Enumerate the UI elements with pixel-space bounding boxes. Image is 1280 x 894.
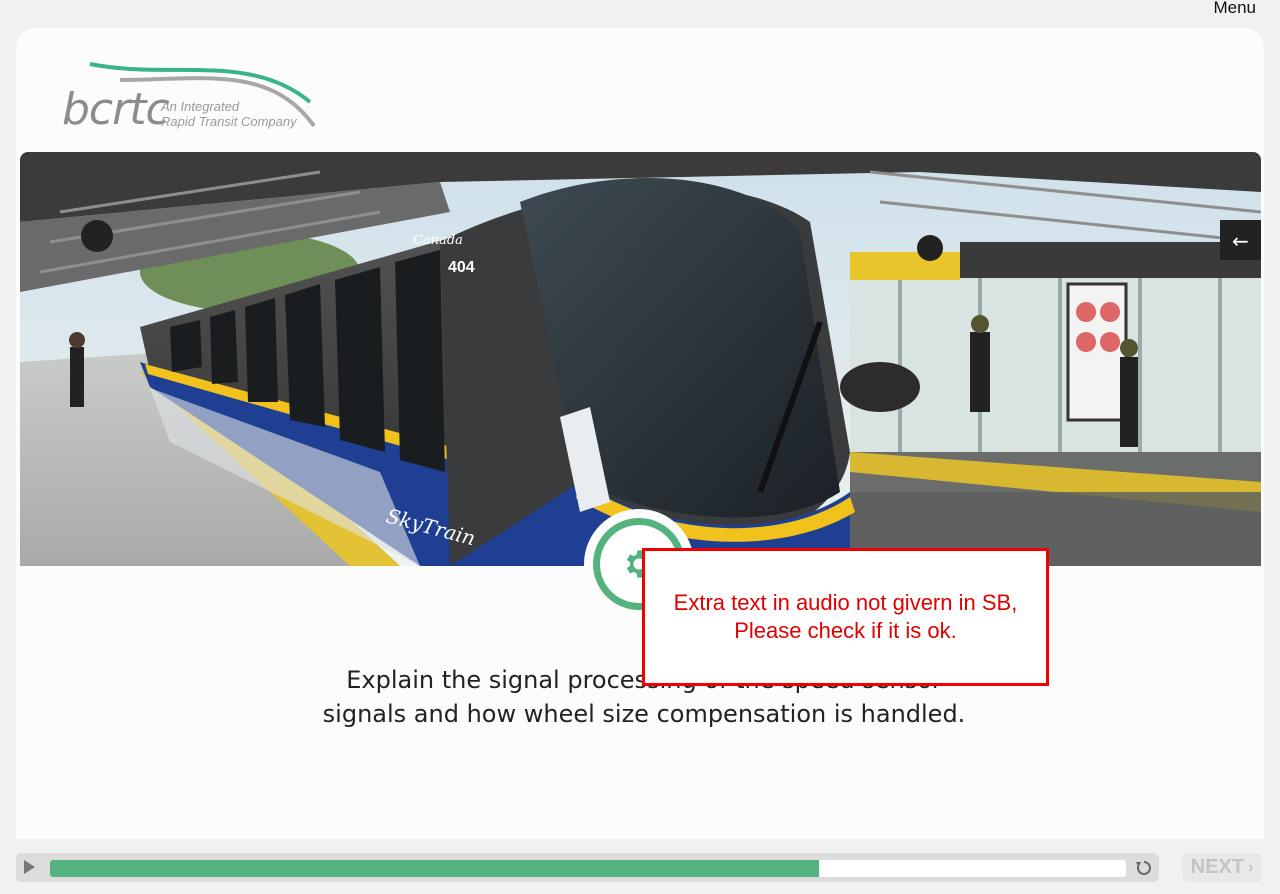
play-icon[interactable] bbox=[24, 860, 35, 874]
caption-line-1: Explain the signal processing of the spe… bbox=[346, 666, 942, 694]
review-comment-box: Extra text in audio not givern in SB, Pl… bbox=[642, 548, 1049, 686]
svg-text:←: ← bbox=[1232, 229, 1249, 253]
next-label: NEXT bbox=[1190, 856, 1244, 878]
progress-track[interactable] bbox=[50, 860, 1126, 877]
audio-player-bar bbox=[16, 853, 1159, 882]
review-comment-line-2: Please check if it is ok. bbox=[734, 618, 957, 643]
skytrain-photo: SkyTrain 404 Canada ← bbox=[20, 152, 1261, 566]
menu-button[interactable]: Menu bbox=[1213, 0, 1256, 18]
logo-tagline-2: Rapid Transit Company bbox=[161, 114, 297, 129]
caption-line-2: signals and how wheel size compensation … bbox=[322, 700, 966, 728]
next-button[interactable]: NEXT › bbox=[1182, 853, 1262, 882]
train-number-text: 404 bbox=[448, 259, 475, 276]
logo-tagline-1: An Integrated bbox=[161, 99, 240, 114]
chevron-right-icon: › bbox=[1248, 858, 1254, 876]
review-comment-line-1: Extra text in audio not givern in SB, bbox=[673, 590, 1018, 615]
logo-wordmark: bcrtc bbox=[62, 84, 170, 135]
sponsor-text: Canada bbox=[413, 233, 463, 248]
replay-icon[interactable] bbox=[1134, 858, 1154, 878]
progress-fill bbox=[50, 860, 820, 877]
slide-content: bcrtc An Integrated Rapid Transit Compan… bbox=[16, 28, 1264, 839]
bcrtc-logo: bcrtc An Integrated Rapid Transit Compan… bbox=[60, 58, 320, 138]
